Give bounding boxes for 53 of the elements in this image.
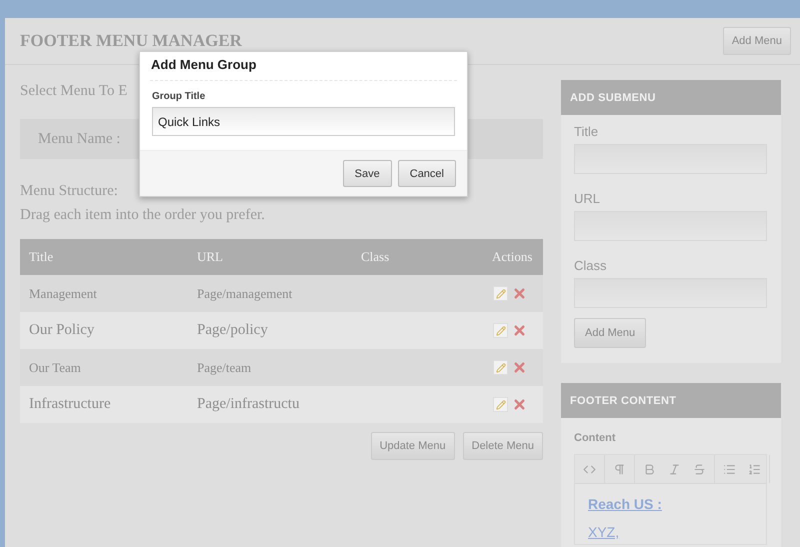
menu-row[interactable]: Infrastructure Page/infrastructu bbox=[20, 386, 543, 423]
strikethrough-icon[interactable] bbox=[693, 462, 706, 476]
field-label: Group Title bbox=[152, 91, 206, 102]
field-label: Class bbox=[574, 258, 608, 273]
menu-action-button[interactable]: Update Menu bbox=[370, 432, 455, 460]
numbered-list-icon[interactable] bbox=[748, 462, 761, 476]
content-link[interactable]: XYZ, bbox=[588, 524, 620, 540]
table-cell-text: Page/team bbox=[196, 360, 252, 376]
select-menu-label: Select Menu To E bbox=[20, 83, 128, 100]
content-link[interactable]: Reach US : bbox=[588, 496, 662, 512]
column-header: Actions bbox=[491, 249, 534, 265]
add-menu-button[interactable]: Add Menu bbox=[722, 27, 791, 55]
table-cell-text: Management bbox=[28, 286, 98, 302]
pilcrow-icon[interactable] bbox=[613, 462, 626, 476]
panel-title: ADD SUBMENU bbox=[561, 80, 781, 115]
delete-icon[interactable] bbox=[512, 397, 527, 412]
table-cell-text: Our Team bbox=[28, 360, 82, 376]
structure-label: Menu Structure: bbox=[20, 183, 118, 200]
column-header: Title bbox=[28, 249, 54, 265]
italic-icon[interactable] bbox=[668, 462, 681, 476]
table-cell-text: Our Policy bbox=[28, 322, 96, 339]
structure-hint: Drag each item into the order you prefer. bbox=[20, 207, 265, 224]
table-cell-text: Page/management bbox=[196, 286, 294, 302]
code-icon[interactable] bbox=[583, 462, 596, 476]
page-title: FOOTER MENU MANAGER bbox=[20, 31, 242, 51]
field-label: URL bbox=[574, 191, 602, 206]
column-header: URL bbox=[196, 249, 224, 265]
content-label: Content bbox=[574, 432, 617, 444]
pencil-icon[interactable] bbox=[493, 397, 508, 412]
add-menu-button[interactable]: Add Menu bbox=[574, 318, 646, 348]
pencil-icon[interactable] bbox=[493, 323, 508, 338]
menu-row[interactable]: Our Team Page/team bbox=[20, 349, 543, 386]
field-label: Title bbox=[574, 124, 600, 139]
pencil-icon[interactable] bbox=[493, 286, 508, 301]
content-editor[interactable]: Reach US : XYZ, bbox=[574, 454, 767, 545]
panel-title: FOOTER CONTENT bbox=[561, 383, 781, 418]
delete-icon[interactable] bbox=[512, 286, 527, 301]
table-cell-text: Infrastructure bbox=[28, 396, 112, 413]
dialog-button[interactable]: Cancel bbox=[398, 160, 456, 187]
dialog-button[interactable]: Save bbox=[342, 160, 392, 187]
group-title-field[interactable]: Quick Links bbox=[152, 107, 455, 136]
dialog-title: Add Menu Group bbox=[150, 52, 457, 81]
table-cell-text: Page/policy bbox=[196, 322, 269, 339]
menu-action-button[interactable]: Delete Menu bbox=[462, 432, 543, 460]
menu-name-label: Menu Name : bbox=[38, 130, 120, 148]
column-header: Class bbox=[360, 249, 390, 265]
delete-icon[interactable] bbox=[512, 360, 527, 375]
table-cell-text: Page/infrastructu bbox=[196, 396, 300, 413]
delete-icon[interactable] bbox=[512, 323, 527, 338]
menu-row[interactable]: Management Page/management bbox=[20, 275, 543, 312]
menu-row[interactable]: Our Policy Page/policy bbox=[20, 312, 543, 349]
bold-icon[interactable] bbox=[643, 462, 656, 476]
pencil-icon[interactable] bbox=[493, 360, 508, 375]
